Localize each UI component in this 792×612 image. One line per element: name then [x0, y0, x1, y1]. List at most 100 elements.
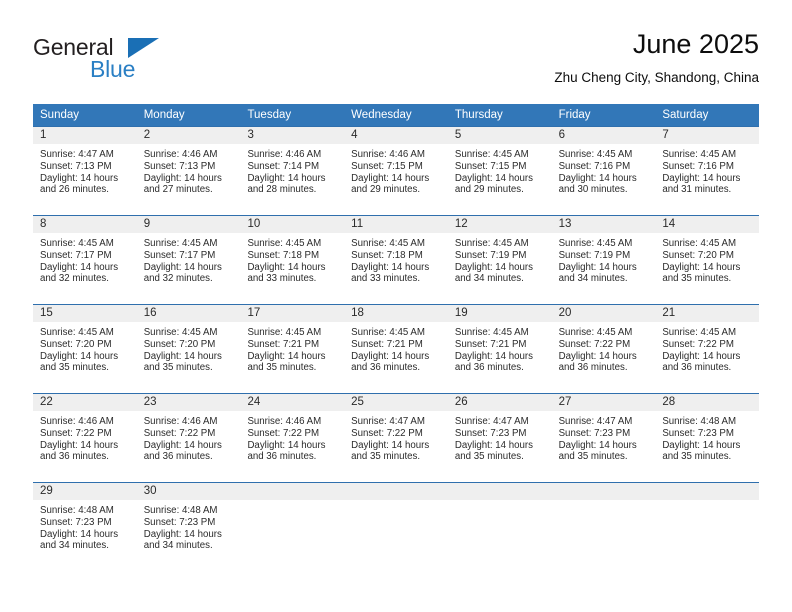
title-block: June 2025 Zhu Cheng City, Shandong, Chin… — [554, 28, 759, 87]
daylight-text-line2: and 34 minutes. — [40, 540, 109, 552]
day-cell[interactable]: 4 Sunrise: 4:46 AM Sunset: 7:15 PM Dayli… — [344, 127, 448, 215]
daylight-text-line1: Daylight: 14 hours — [247, 172, 326, 184]
daylight-text-line2: and 34 minutes. — [454, 273, 524, 285]
daylight-text-line1: Daylight: 14 hours — [454, 350, 533, 362]
logo-text-blue: Blue — [90, 56, 136, 82]
sunrise-text: Sunrise: 4:45 AM — [454, 327, 529, 338]
day-number: 14 — [655, 216, 760, 233]
day-details: Sunrise: 4:47 AM Sunset: 7:23 PM Dayligh… — [448, 411, 552, 463]
day-number: 7 — [655, 127, 760, 144]
daylight-text-line2: and 36 minutes. — [40, 451, 109, 463]
day-number: 23 — [136, 394, 241, 411]
day-number — [447, 483, 552, 500]
daylight-text-line1: Daylight: 14 hours — [247, 261, 326, 273]
sunrise-text: Sunrise: 4:46 AM — [40, 416, 114, 427]
daylight-text-line2: and 32 minutes. — [40, 273, 109, 285]
daylight-text-line2: and 36 minutes. — [351, 362, 421, 374]
daylight-text-line1: Daylight: 14 hours — [351, 261, 430, 273]
sunset-text: Sunset: 7:22 PM — [40, 427, 112, 439]
sunset-text: Sunset: 7:20 PM — [662, 249, 734, 261]
weekday-header-saturday: Saturday — [662, 109, 709, 121]
daylight-text-line2: and 35 minutes. — [558, 451, 628, 463]
sunset-text: Sunset: 7:21 PM — [454, 338, 527, 350]
day-number — [551, 483, 656, 500]
day-cell[interactable]: 24 Sunrise: 4:46 AM Sunset: 7:22 PM Dayl… — [240, 394, 345, 482]
daylight-text-line2: and 32 minutes. — [143, 273, 213, 285]
day-details: Sunrise: 4:46 AM Sunset: 7:14 PM Dayligh… — [240, 144, 344, 196]
daylight-text-line2: and 33 minutes. — [247, 273, 317, 285]
daylight-text-line2: and 26 minutes. — [40, 184, 109, 196]
day-cell[interactable]: 1 Sunrise: 4:47 AM Sunset: 7:13 PM Dayli… — [33, 127, 137, 215]
day-details: Sunrise: 4:45 AM Sunset: 7:20 PM Dayligh… — [137, 322, 241, 374]
day-cell[interactable]: 6 Sunrise: 4:45 AM Sunset: 7:16 PM Dayli… — [551, 127, 656, 215]
sunrise-text: Sunrise: 4:47 AM — [558, 416, 633, 427]
sunset-text: Sunset: 7:22 PM — [558, 338, 631, 350]
day-cell[interactable]: 19 Sunrise: 4:45 AM Sunset: 7:21 PM Dayl… — [447, 305, 552, 393]
sunrise-text: Sunrise: 4:45 AM — [662, 327, 737, 338]
sunset-text: Sunset: 7:21 PM — [351, 338, 423, 350]
day-cell[interactable]: 30 Sunrise: 4:48 AM Sunset: 7:23 PM Dayl… — [136, 483, 241, 571]
sunset-text: Sunset: 7:18 PM — [351, 249, 423, 261]
day-number — [655, 483, 760, 500]
day-cell[interactable]: 18 Sunrise: 4:45 AM Sunset: 7:21 PM Dayl… — [344, 305, 448, 393]
day-details: Sunrise: 4:45 AM Sunset: 7:16 PM Dayligh… — [552, 144, 656, 196]
day-cell[interactable]: 13 Sunrise: 4:45 AM Sunset: 7:19 PM Dayl… — [551, 216, 656, 304]
daylight-text-line1: Daylight: 14 hours — [662, 439, 741, 451]
day-cell[interactable]: 20 Sunrise: 4:45 AM Sunset: 7:22 PM Dayl… — [551, 305, 656, 393]
day-cell[interactable]: 8 Sunrise: 4:45 AM Sunset: 7:17 PM Dayli… — [33, 216, 137, 304]
daylight-text-line1: Daylight: 14 hours — [662, 261, 741, 273]
day-cell[interactable]: 7 Sunrise: 4:45 AM Sunset: 7:16 PM Dayli… — [655, 127, 760, 215]
sunrise-text: Sunrise: 4:46 AM — [247, 149, 322, 160]
sunrise-text: Sunrise: 4:47 AM — [40, 149, 114, 160]
day-cell[interactable]: 23 Sunrise: 4:46 AM Sunset: 7:22 PM Dayl… — [136, 394, 241, 482]
day-cell[interactable]: 28 Sunrise: 4:48 AM Sunset: 7:23 PM Dayl… — [655, 394, 760, 482]
day-details: Sunrise: 4:45 AM Sunset: 7:19 PM Dayligh… — [552, 233, 656, 285]
day-cell[interactable]: 27 Sunrise: 4:47 AM Sunset: 7:23 PM Dayl… — [551, 394, 656, 482]
daylight-text-line2: and 35 minutes. — [662, 451, 732, 463]
sunrise-text: Sunrise: 4:46 AM — [247, 416, 322, 427]
daylight-text-line2: and 31 minutes. — [662, 184, 732, 196]
day-number — [240, 483, 345, 500]
day-details: Sunrise: 4:45 AM Sunset: 7:18 PM Dayligh… — [240, 233, 344, 285]
day-cell[interactable]: 15 Sunrise: 4:45 AM Sunset: 7:20 PM Dayl… — [33, 305, 137, 393]
daylight-text-line2: and 36 minutes. — [143, 451, 213, 463]
day-cell[interactable]: 12 Sunrise: 4:45 AM Sunset: 7:19 PM Dayl… — [447, 216, 552, 304]
sunrise-text: Sunrise: 4:45 AM — [351, 238, 425, 249]
day-cell[interactable]: 11 Sunrise: 4:45 AM Sunset: 7:18 PM Dayl… — [344, 216, 448, 304]
week-row: 22 Sunrise: 4:46 AM Sunset: 7:22 PM Dayl… — [33, 393, 760, 482]
day-cell[interactable]: 5 Sunrise: 4:45 AM Sunset: 7:15 PM Dayli… — [447, 127, 552, 215]
day-cell[interactable]: 9 Sunrise: 4:45 AM Sunset: 7:17 PM Dayli… — [136, 216, 241, 304]
day-cell[interactable]: 26 Sunrise: 4:47 AM Sunset: 7:23 PM Dayl… — [447, 394, 552, 482]
sunset-text: Sunset: 7:22 PM — [247, 427, 320, 439]
day-cell[interactable]: 25 Sunrise: 4:47 AM Sunset: 7:22 PM Dayl… — [344, 394, 448, 482]
daylight-text-line2: and 28 minutes. — [247, 184, 317, 196]
day-cell[interactable]: 16 Sunrise: 4:45 AM Sunset: 7:20 PM Dayl… — [136, 305, 241, 393]
daylight-text-line1: Daylight: 14 hours — [143, 528, 222, 540]
general-blue-logo: General Blue — [33, 34, 233, 90]
sunset-text: Sunset: 7:22 PM — [662, 338, 734, 350]
day-cell-empty — [551, 483, 656, 571]
day-cell[interactable]: 17 Sunrise: 4:45 AM Sunset: 7:21 PM Dayl… — [240, 305, 345, 393]
day-number: 20 — [551, 305, 656, 322]
sunrise-text: Sunrise: 4:45 AM — [351, 327, 425, 338]
daylight-text-line1: Daylight: 14 hours — [40, 528, 119, 540]
day-cell[interactable]: 21 Sunrise: 4:45 AM Sunset: 7:22 PM Dayl… — [655, 305, 760, 393]
daylight-text-line2: and 35 minutes. — [662, 273, 732, 285]
day-cell[interactable]: 14 Sunrise: 4:45 AM Sunset: 7:20 PM Dayl… — [655, 216, 760, 304]
sunrise-text: Sunrise: 4:46 AM — [143, 149, 218, 160]
sunset-text: Sunset: 7:15 PM — [454, 160, 527, 172]
sunrise-text: Sunrise: 4:45 AM — [40, 327, 114, 338]
day-number: 1 — [33, 127, 137, 144]
daylight-text-line2: and 35 minutes. — [247, 362, 317, 374]
day-details: Sunrise: 4:48 AM Sunset: 7:23 PM Dayligh… — [655, 411, 759, 463]
daylight-text-line1: Daylight: 14 hours — [247, 350, 326, 362]
day-cell[interactable]: 10 Sunrise: 4:45 AM Sunset: 7:18 PM Dayl… — [240, 216, 345, 304]
day-details: Sunrise: 4:45 AM Sunset: 7:15 PM Dayligh… — [448, 144, 552, 196]
weekday-header-friday: Friday — [558, 109, 591, 121]
day-cell[interactable]: 22 Sunrise: 4:46 AM Sunset: 7:22 PM Dayl… — [33, 394, 137, 482]
daylight-text-line1: Daylight: 14 hours — [40, 350, 119, 362]
day-cell[interactable]: 3 Sunrise: 4:46 AM Sunset: 7:14 PM Dayli… — [240, 127, 345, 215]
day-cell[interactable]: 2 Sunrise: 4:46 AM Sunset: 7:13 PM Dayli… — [136, 127, 241, 215]
sunset-text: Sunset: 7:15 PM — [351, 160, 423, 172]
day-cell[interactable]: 29 Sunrise: 4:48 AM Sunset: 7:23 PM Dayl… — [33, 483, 137, 571]
